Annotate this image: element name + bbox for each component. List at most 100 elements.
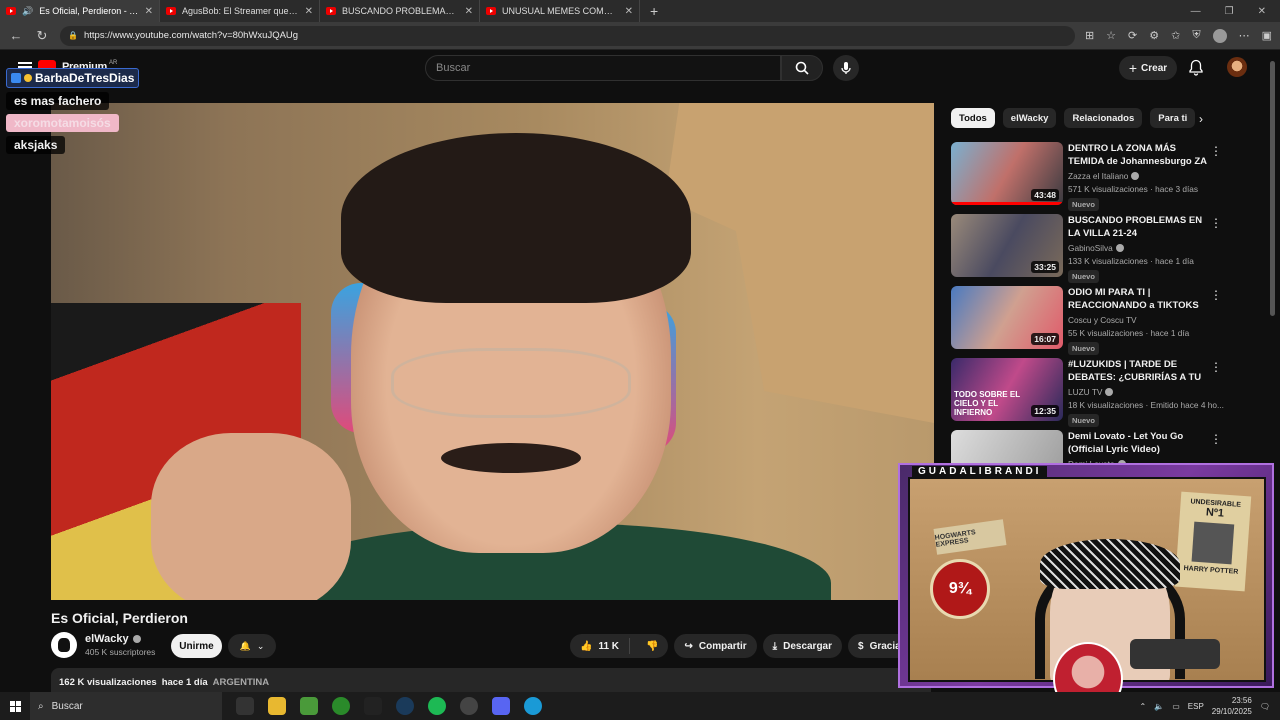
chip-todos[interactable]: Todos [951, 108, 995, 128]
more-options-icon[interactable]: ⋮ [1210, 288, 1222, 302]
notifications-icon[interactable]: 🗨 [1260, 702, 1270, 711]
close-window-icon[interactable]: ✕ [1258, 6, 1266, 17]
epic-games-icon[interactable] [364, 697, 382, 715]
channel-info: elWacky 405 K suscriptores [51, 632, 155, 658]
recommendation-channel-text[interactable]: Zazza el Italiano [1068, 171, 1128, 181]
download-button[interactable]: ⤓ Descargar [762, 634, 843, 658]
clock[interactable]: 23:56 29/10/2025 [1212, 695, 1252, 717]
chip-para-ti[interactable]: Para ti [1150, 108, 1196, 128]
channel-avatar[interactable] [51, 632, 77, 658]
discord-icon[interactable] [492, 697, 510, 715]
more-options-icon[interactable]: ⋮ [1210, 432, 1222, 446]
subscription-bell-button[interactable]: 🔔 ⌄ [228, 634, 276, 658]
channel-name-text[interactable]: elWacky [85, 633, 129, 645]
recommendation-title[interactable]: #LUZUKIDS | TARDE DE DEBATES: ¿CUBRIRÍAS… [1068, 358, 1208, 384]
start-button[interactable] [0, 700, 30, 712]
country-tag[interactable]: ARGENTINA [213, 677, 269, 688]
xbox-icon[interactable] [332, 697, 350, 715]
spotify-icon[interactable] [428, 697, 446, 715]
steam-icon[interactable] [396, 697, 414, 715]
create-button[interactable]: + Crear [1119, 56, 1177, 80]
video-thumbnail[interactable]: 43:48 [951, 142, 1063, 205]
chevron-up-icon[interactable]: ⌃ [1140, 702, 1147, 711]
video-actions: 👍 11 K 👎 ↪ Compartir ⤓ Descargar $ Graci… [570, 634, 917, 658]
file-explorer-icon[interactable] [268, 697, 286, 715]
search-button[interactable] [781, 55, 823, 81]
apps-icon[interactable]: ⊞ [1085, 29, 1094, 42]
notifications-bell-icon[interactable] [1188, 59, 1204, 76]
volume-icon[interactable]: 🔈 [1154, 702, 1164, 711]
search-input[interactable]: Buscar [425, 55, 781, 81]
new-tab-button[interactable]: + [640, 3, 668, 19]
recommendation-title[interactable]: BUSCANDO PROBLEMAS EN LA VILLA 21-24 [1068, 214, 1208, 240]
page-scrollbar[interactable] [1270, 61, 1275, 316]
close-tab-icon[interactable]: ✕ [145, 6, 153, 17]
recommendation-channel[interactable]: Coscu y Coscu TV [1068, 315, 1208, 325]
recommendation-item[interactable]: 16:07 ODIO MI PARA TI | REACCIONANDO a T… [951, 286, 1251, 355]
voice-search-button[interactable] [833, 55, 859, 81]
close-tab-icon[interactable]: ✕ [465, 6, 473, 17]
recommendation-channel[interactable]: Zazza el Italiano [1068, 171, 1208, 181]
clock-time: 23:56 [1231, 696, 1252, 705]
account-avatar[interactable] [1227, 57, 1247, 77]
refresh-extension-icon[interactable]: ⟳ [1128, 29, 1137, 42]
dislike-button[interactable]: 👎 [636, 641, 668, 652]
recommendation-channel[interactable]: GabinoSilva [1068, 243, 1208, 253]
task-view-icon[interactable] [236, 697, 254, 715]
back-icon[interactable]: ← [8, 28, 24, 43]
channel-name[interactable]: elWacky [85, 633, 155, 645]
recommendation-channel-text[interactable]: GabinoSilva [1068, 243, 1113, 253]
close-tab-icon[interactable]: ✕ [625, 6, 633, 17]
more-options-icon[interactable]: ⋮ [1210, 360, 1222, 374]
more-options-icon[interactable]: ⋮ [1210, 216, 1222, 230]
recommendation-title[interactable]: DENTRO LA ZONA MÁS TEMIDA de Johannesbur… [1068, 142, 1208, 168]
extension-icon[interactable]: ⚙ [1149, 29, 1159, 42]
chip-elwacky[interactable]: elWacky [1002, 108, 1057, 128]
recommendation-channel[interactable]: LUZU TV [1068, 387, 1208, 397]
tab-agusbob[interactable]: AgusBob: El Streamer que ARRUINÓ ✕ [160, 0, 320, 22]
taskbar-search[interactable]: ⌕ Buscar [30, 692, 222, 720]
favorite-star-icon[interactable]: ☆ [1106, 29, 1116, 42]
edge-icon[interactable] [524, 697, 542, 715]
more-menu-icon[interactable]: ⋯ [1239, 29, 1250, 42]
tab-unusual-memes[interactable]: UNUSUAL MEMES COMPILATION ✕ [480, 0, 640, 22]
recommendation-channel-text[interactable]: Coscu y Coscu TV [1068, 315, 1137, 325]
recommendation-title[interactable]: Demi Lovato - Let You Go (Official Lyric… [1068, 430, 1208, 456]
recommendation-item[interactable]: 33:25 BUSCANDO PROBLEMAS EN LA VILLA 21-… [951, 214, 1251, 283]
tab-buscando-problemas[interactable]: BUSCANDO PROBLEMAS EN LA VILLA ✕ [320, 0, 480, 22]
chevron-right-icon[interactable]: › [1199, 112, 1203, 126]
reload-icon[interactable]: ↻ [34, 28, 50, 44]
favorites-icon[interactable]: ✩ [1171, 29, 1180, 42]
description-box[interactable]: 162 K visualizaciones hace 1 día ARGENTI… [51, 668, 931, 694]
verified-check-icon [132, 635, 141, 643]
minecraft-icon[interactable] [300, 697, 318, 715]
recommendation-channel-text[interactable]: LUZU TV [1068, 387, 1102, 397]
video-player[interactable] [51, 103, 934, 600]
recommendation-title[interactable]: ODIO MI PARA TI | REACCIONANDO a TIKTOKS [1068, 286, 1208, 312]
shield-icon[interactable]: ⛨ [1192, 29, 1200, 42]
windows-taskbar: ⌕ Buscar ⌃ 🔈 ▭ ESP 23:56 29/10/2025 🗨 [0, 692, 1280, 720]
chip-relacionados[interactable]: Relacionados [1064, 108, 1143, 128]
network-icon[interactable]: ▭ [1172, 702, 1180, 711]
obs-icon[interactable] [460, 697, 478, 715]
share-button[interactable]: ↪ Compartir [674, 634, 757, 658]
recommendation-item[interactable]: 43:48 DENTRO LA ZONA MÁS TEMIDA de Johan… [951, 142, 1251, 211]
recommendation-item[interactable]: TODO SOBRE EL CIELO Y EL INFIERNO 12:35 … [951, 358, 1251, 427]
speaker-icon[interactable]: 🔊 [22, 6, 33, 17]
join-button[interactable]: Unirme [171, 634, 222, 658]
close-tab-icon[interactable]: ✕ [305, 6, 313, 17]
video-thumbnail[interactable]: TODO SOBRE EL CIELO Y EL INFIERNO 12:35 [951, 358, 1063, 421]
restore-icon[interactable]: ❐ [1225, 6, 1234, 17]
language-indicator[interactable]: ESP [1188, 702, 1204, 711]
chat-message: xoromotamoisós [6, 114, 119, 132]
url-field[interactable]: 🔒 https://www.youtube.com/watch?v=80hWxu… [60, 25, 1075, 46]
video-thumbnail[interactable]: 16:07 [951, 286, 1063, 349]
profile-avatar[interactable] [1212, 28, 1227, 43]
video-thumbnail[interactable]: 33:25 [951, 214, 1063, 277]
like-button[interactable]: 👍 11 K [570, 638, 631, 654]
sidebar-icon[interactable]: ▣ [1262, 29, 1272, 42]
tab-youtube-video[interactable]: 🔊 Es Oficial, Perdieron - YouTube ✕ [0, 0, 160, 22]
minimize-icon[interactable]: — [1191, 6, 1201, 17]
more-options-icon[interactable]: ⋮ [1210, 144, 1222, 158]
recommendation-info: DENTRO LA ZONA MÁS TEMIDA de Johannesbur… [1068, 142, 1208, 212]
